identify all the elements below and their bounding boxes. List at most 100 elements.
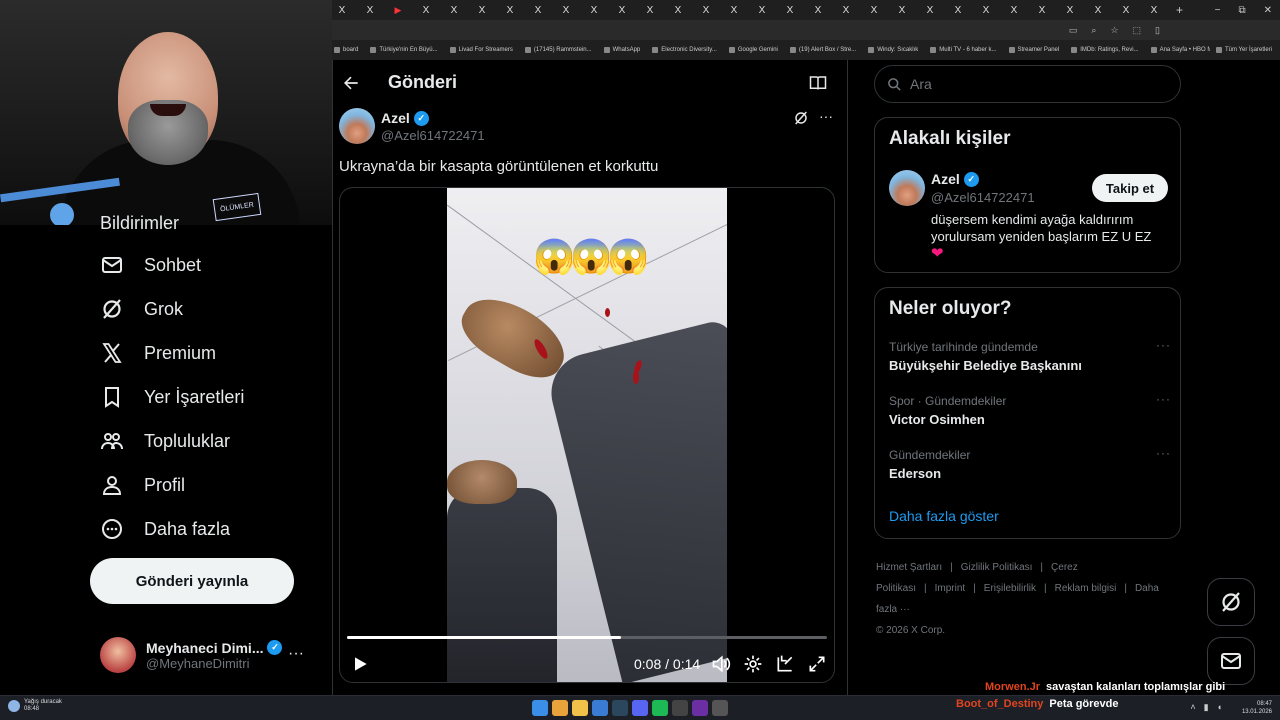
weather-widget[interactable]: Yağış duracak 08:48 [8,699,62,713]
picture-in-picture-icon[interactable] [775,654,795,674]
bookmark-item[interactable]: WhatsApp [603,47,640,53]
browser-tab[interactable]: X [1004,0,1024,20]
browser-tab[interactable]: X [724,0,744,20]
browser-tab[interactable]: ▶ [388,0,408,20]
app-icon[interactable] [592,700,608,716]
file-explorer-icon[interactable] [572,700,588,716]
bookmark-item[interactable]: (17145) Rammstein... [524,47,592,53]
zoom-icon[interactable]: ⌕ [1091,25,1096,36]
related-name-row[interactable]: Azel ✓ [931,171,979,187]
close-window-button[interactable]: ✕ [1264,5,1272,16]
browser-tab[interactable]: X [864,0,884,20]
nav-item-notifications[interactable]: Bildirimler [100,213,179,234]
browser-tab[interactable]: X [332,0,352,20]
bookmark-item[interactable]: Livad For Streamers [449,47,513,53]
play-icon[interactable] [350,654,370,674]
author-avatar[interactable] [339,108,375,144]
browser-tab[interactable]: X [836,0,856,20]
browser-tab[interactable]: X [612,0,632,20]
discord-icon[interactable] [632,700,648,716]
browser-tab[interactable]: X [528,0,548,20]
bookmark-item[interactable]: IMDb: Ratings, Revi... [1071,47,1139,53]
maximize-button[interactable]: ⧉ [1238,5,1245,16]
browser-tab[interactable]: X [584,0,604,20]
chrome-icon[interactable] [552,700,568,716]
back-arrow-icon[interactable] [341,73,361,93]
settings-gear-icon[interactable] [743,654,763,674]
browser-tab[interactable]: X [500,0,520,20]
author-name[interactable]: Azel [381,110,410,126]
nav-item-profil[interactable]: Profil [100,470,185,500]
browser-tab[interactable]: X [444,0,464,20]
trend-item[interactable]: Gündemdekiler Ederson ··· [889,446,1171,481]
browser-tab[interactable]: X [1144,0,1164,20]
grok-floating-button[interactable] [1207,578,1255,626]
steam-icon[interactable] [612,700,628,716]
stream-app-icon[interactable] [692,700,708,716]
bookmark-item[interactable]: board [334,47,358,53]
browser-tab[interactable]: X [472,0,492,20]
nav-item-topluluklar[interactable]: Topluluklar [100,426,230,456]
extensions-icon[interactable]: ⬚ [1133,25,1142,36]
footer-link[interactable]: Imprint [935,583,966,594]
bookmark-item[interactable]: Multi TV - 6 haber k... [930,47,997,53]
bookmark-item[interactable]: Electronic Diversity... [652,47,717,53]
minimize-button[interactable]: − [1215,5,1221,16]
volume-icon[interactable] [711,654,731,674]
clock[interactable]: 08:47 13.01.2026 [1242,700,1272,716]
trend-item[interactable]: Türkiye tarihinde gündemde Büyükşehir Be… [889,338,1171,373]
search-input[interactable]: Ara [874,65,1181,103]
bookmark-item[interactable]: Windy: Sıcaklık [868,47,918,53]
post-more-button[interactable]: ··· [819,108,833,124]
cast-icon[interactable]: ▭ [1069,25,1078,36]
bookmark-item[interactable]: Ana Sayfa • HBO Max [1150,47,1219,53]
bookmark-item[interactable]: Streamer Panel [1008,47,1059,53]
browser-tab[interactable]: X [696,0,716,20]
reader-mode-icon[interactable] [809,74,827,92]
network-icon[interactable]: ▮ [1204,702,1209,713]
author-handle[interactable]: @Azel614722471 [381,128,485,143]
post-author[interactable]: Azel ✓ @Azel614722471 [339,108,485,144]
trend-item[interactable]: Spor · Gündemdekiler Victor Osimhen ··· [889,392,1170,427]
footer-link[interactable]: Reklam bilgisi [1055,583,1117,594]
bookmark-item[interactable]: Google Gemini [728,47,778,53]
browser-tab[interactable]: X [948,0,968,20]
browser-tab[interactable]: X [556,0,576,20]
post-button[interactable]: Gönderi yayınla [90,558,294,604]
footer-link[interactable]: Gizlilik Politikası [961,562,1033,573]
follow-button[interactable]: Takip et [1092,174,1168,202]
spotify-icon[interactable] [652,700,668,716]
start-icon[interactable] [532,700,548,716]
browser-tab[interactable]: X [752,0,772,20]
bookmark-item[interactable]: Türkiye'nin En Büyü... [370,47,438,53]
volume-tray-icon[interactable]: ◖ [1217,702,1222,713]
all-bookmarks-button[interactable]: Tüm Yer İşaretleri [1209,40,1272,60]
video-progress-bar[interactable] [347,636,827,639]
trend-more-button[interactable]: ··· [1156,338,1171,352]
browser-tab[interactable]: X [808,0,828,20]
bookmark-item[interactable]: (19) Alert Box / Stre... [789,47,856,53]
epic-games-icon[interactable] [672,700,688,716]
messages-floating-button[interactable] [1207,637,1255,685]
nav-item-yer-i̇şaretleri[interactable]: Yer İşaretleri [100,382,244,412]
browser-tab[interactable]: X [668,0,688,20]
tray-chevron-icon[interactable]: ˄ [1190,702,1195,713]
browser-tab[interactable]: X [1116,0,1136,20]
fullscreen-icon[interactable] [807,654,827,674]
account-switcher[interactable]: Meyhaneci Dimi... ✓ @MeyhaneDimitri ··· [100,633,310,677]
footer-link[interactable]: Erişilebilirlik [984,583,1036,594]
new-tab-button[interactable]: + [1176,3,1183,17]
app-icon[interactable] [712,700,728,716]
related-handle[interactable]: @Azel614722471 [931,190,1035,205]
nav-item-premium[interactable]: Premium [100,338,216,368]
nav-item-grok[interactable]: Grok [100,294,183,324]
show-more-link[interactable]: Daha fazla göster [889,508,999,524]
browser-tab[interactable]: X [1060,0,1080,20]
footer-link[interactable]: Hizmet Şartları [876,562,942,573]
nav-item-sohbet[interactable]: Sohbet [100,250,201,280]
trend-more-button[interactable]: ··· [1156,446,1171,460]
browser-tab[interactable]: X [920,0,940,20]
video-player[interactable]: 😱 😱 😱 0:08 / 0:14 [339,187,835,683]
browser-tab[interactable]: X [416,0,436,20]
sidebar-icon[interactable]: ▯ [1155,25,1160,36]
